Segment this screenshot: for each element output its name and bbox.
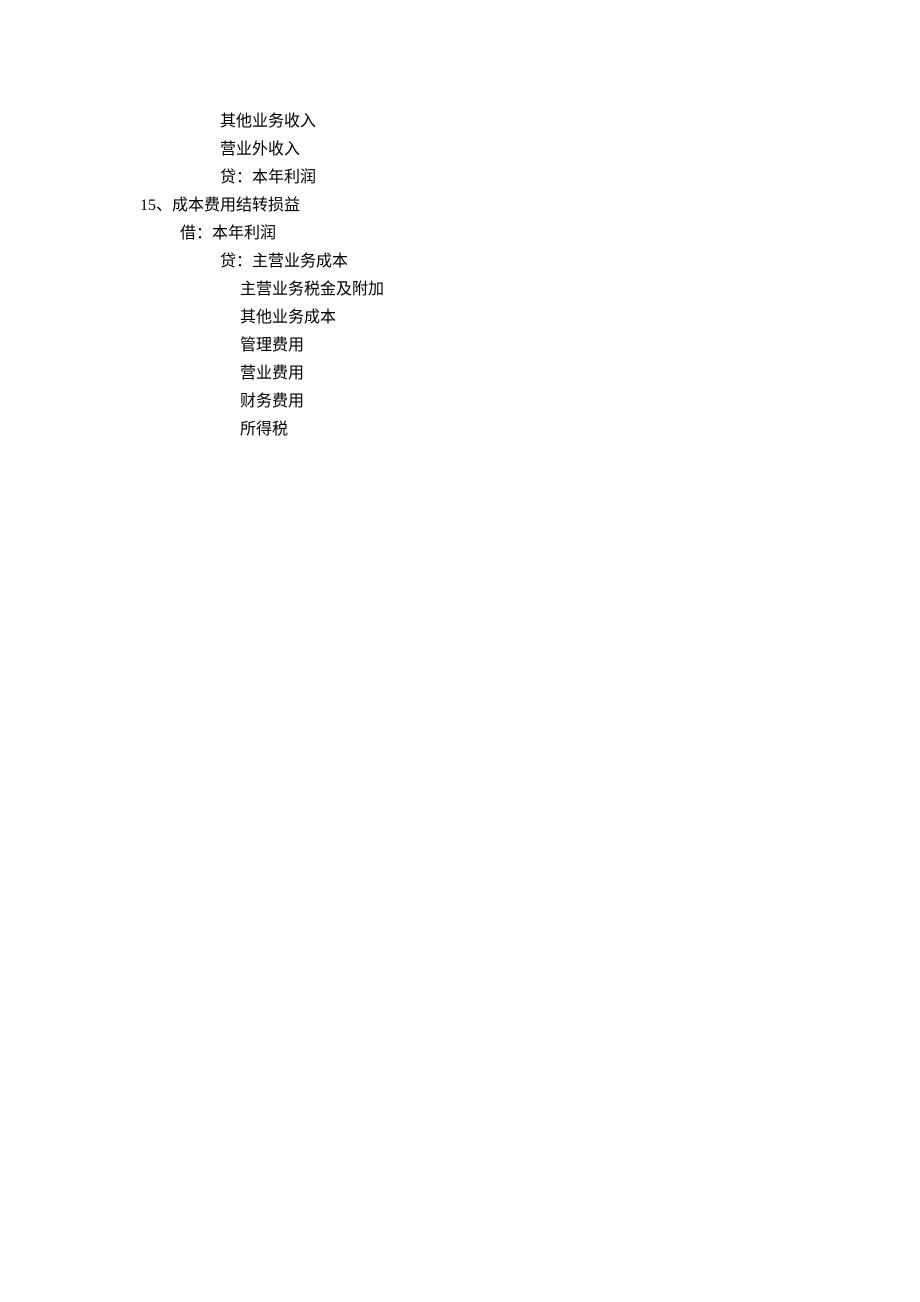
text-line: 营业外收入 (140, 136, 920, 164)
document-content: 其他业务收入 营业外收入 贷：本年利润 15、成本费用结转损益 借：本年利润 贷… (140, 108, 920, 444)
text-line: 所得税 (140, 416, 920, 444)
text-line: 财务费用 (140, 388, 920, 416)
text-line: 管理费用 (140, 332, 920, 360)
text-line: 贷：本年利润 (140, 164, 920, 192)
text-line: 其他业务成本 (140, 304, 920, 332)
text-line: 借：本年利润 (140, 220, 920, 248)
text-line: 主营业务税金及附加 (140, 276, 920, 304)
text-line: 15、成本费用结转损益 (140, 192, 920, 220)
text-line: 营业费用 (140, 360, 920, 388)
text-line: 其他业务收入 (140, 108, 920, 136)
text-line: 贷：主营业务成本 (140, 248, 920, 276)
